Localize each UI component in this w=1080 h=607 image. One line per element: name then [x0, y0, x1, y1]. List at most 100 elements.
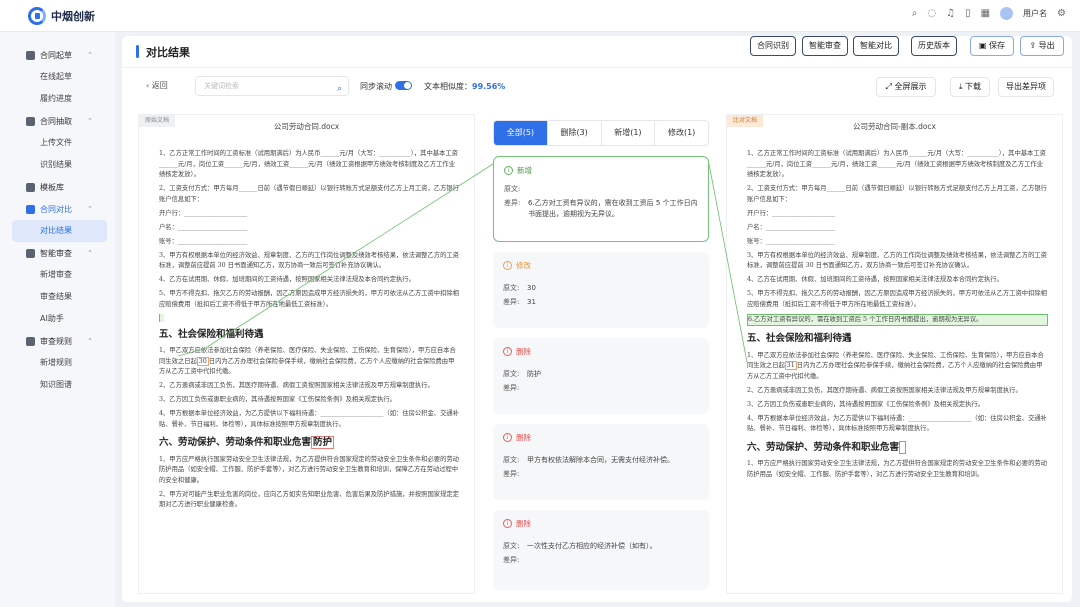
export-button[interactable]: ⇪ 导出 [1020, 36, 1064, 56]
download-button[interactable]: ⤓ 下载 [950, 77, 990, 97]
similarity-readout: 文本相似度：99.56% [424, 82, 506, 91]
toolbar: ‹ 返回 关键词检索 ⌕ 同步滚动 文本相似度：99.56% ⤢ 全屏展示 ⤓ 下… [122, 68, 1072, 106]
username[interactable]: 用户名 [1023, 8, 1047, 19]
sidebar-item-online-draft[interactable]: 在线起草 [0, 66, 115, 88]
top-bar: 中烟创新 ⌕ ◌ ♫ ▯ ▦ 用户名 ⚙ [0, 0, 1080, 32]
nav-group-smart-review[interactable]: 智能审查 ⌃ [0, 242, 115, 264]
diff-panel: 全部(5) 删除(3) 新增(1) 修改(1) i 新增 原文: 差异: 6.乙方对… [493, 120, 709, 596]
paragraph: 1、乙方正常工作时间的工资标准（试用期满后）为人民币______元/月（大写：_… [747, 150, 1046, 178]
form-field: 账号：______________________ [747, 237, 836, 245]
paragraph: 3、甲方有权根据本单位的经济效益、规章制度、乙方的工作岗位调整及绩效考核结果，依… [747, 251, 1047, 270]
compared-document-panel[interactable]: 比对文档 公司劳动合同-副本.docx 1、乙方正常工作时间的工资标准（试用期满… [726, 114, 1063, 594]
sidebar-item-fulfillment[interactable]: 履约进度 [0, 88, 115, 110]
paragraph: 2、甲方对可能产生职业危害的岗位，应向乙方如实告知职业危害、危害后果及防护措施，… [159, 490, 459, 509]
info-icon: i [503, 347, 512, 356]
modified-marker[interactable]: 31 [784, 361, 797, 370]
review-icon [26, 248, 35, 258]
section-heading: 六、劳动保护、劳动条件和职业危害 防护 [159, 436, 335, 449]
paragraph: 5、甲方不得克扣、拖欠乙方的劳动报酬，因乙方原因造成甲方经济损失的，甲方可依法从… [747, 290, 1047, 308]
form-field: 户名：______________________ [747, 223, 836, 231]
save-icon: ▣ [978, 41, 990, 50]
search-input[interactable]: 关键词检索 ⌕ [195, 76, 349, 96]
sidebar-item-upload[interactable]: 上传文件 [0, 132, 115, 154]
deleted-marker[interactable]: 防护 [311, 436, 335, 449]
nav-group-contract-extract[interactable]: 合同抽取 ⌃ [0, 110, 115, 132]
message-icon[interactable]: ◌ [927, 8, 936, 19]
draft-icon [26, 50, 35, 60]
sidebar-item-knowledge-graph[interactable]: 知识图谱 [0, 374, 115, 396]
modified-marker[interactable]: 30 [196, 356, 209, 366]
section-heading: 五、社会保险和福利待遇 [747, 333, 852, 344]
info-icon: i [503, 519, 512, 528]
settings-icon[interactable]: ⚙ [1057, 8, 1066, 19]
diff-card-modified[interactable]: i 修改 原文: 30 差异: 31 [493, 252, 709, 328]
sidebar-item-recognition[interactable]: 识别结果 [0, 154, 115, 176]
fullscreen-button[interactable]: ⤢ 全屏展示 [876, 77, 936, 97]
form-field: 开户行：____________________ [159, 209, 248, 217]
paragraph: 1、乙方正常工作时间的工资标准（试用期满后）为人民币______元/月（大写：_… [159, 150, 458, 178]
diff-card-deleted[interactable]: i 删除 原文: 防护 差异: [493, 338, 709, 414]
nav-group-contract-draft[interactable]: 合同起草 ⌃ [0, 44, 115, 66]
nav-group-templates[interactable]: 模板库 [0, 176, 115, 198]
compare-icon [26, 204, 35, 214]
chevron-up-icon: ⌃ [87, 51, 93, 59]
doc-title: 公司劳动合同-副本.docx [852, 122, 936, 131]
avatar[interactable] [1000, 7, 1014, 20]
smart-review-button[interactable]: 智能审查 [802, 36, 848, 56]
doc-title: 公司劳动合同.docx [273, 122, 340, 131]
paragraph: 1、甲方应严格执行国家劳动安全卫生法律法规，为乙方提供符合国家规定的劳动安全卫生… [747, 460, 1047, 478]
diff-card-added[interactable]: i 新增 原文: 差异: 6.乙方对工资有异议的，需在收到工资后 5 个工作日内书面… [493, 156, 709, 242]
help-icon[interactable]: ▯ [965, 8, 971, 19]
form-field: 户名：______________________ [159, 223, 248, 231]
tab-modified[interactable]: 修改(1) [655, 121, 708, 145]
paragraph: 1、甲乙双方应依法参加社会保险（养老保险、医疗保险、失业保险、工伤保险、生育保险… [159, 347, 456, 375]
extract-icon [26, 116, 35, 126]
paragraph: 2、乙方患病或非因工负伤，其医疗期待遇、病假工资按照国家相关法律法规及甲方规章制… [747, 386, 1022, 394]
chevron-up-icon: ⌃ [87, 117, 93, 125]
diff-tabs: 全部(5) 删除(3) 新增(1) 修改(1) [493, 120, 709, 146]
paragraph: 2、工资支付方式：甲方每月______日前（遇节假日顺延）以银行转账方式足额支付… [159, 185, 459, 203]
sync-scroll-toggle[interactable] [395, 81, 412, 90]
doc-body: 1、乙方正常工作时间的工资标准（试用期满后）为人民币______元/月（大写：_… [747, 149, 1048, 484]
paragraph: 4、甲方根据本单位经济效益，为乙方提供以下福利待遇：______________… [159, 410, 459, 428]
export-icon: ⇪ [1029, 41, 1039, 50]
search-icon[interactable]: ⌕ [337, 80, 342, 98]
tab-deleted[interactable]: 删除(3) [548, 121, 602, 145]
info-icon: i [503, 433, 512, 442]
nav-group-contract-compare[interactable]: 合同对比 ⌃ [0, 198, 115, 220]
diff-card-deleted[interactable]: i 删除 原文: 一次性支付乙方相应的经济补偿（如有）。 差异: [493, 510, 709, 590]
save-button[interactable]: ▣ 保存 [970, 36, 1014, 56]
info-icon: i [503, 261, 512, 270]
export-diff-button[interactable]: 导出差异项 [998, 77, 1054, 97]
deleted-marker[interactable] [899, 440, 907, 454]
tab-all[interactable]: 全部(5) [494, 121, 548, 145]
contract-recognition-button[interactable]: 合同识别 [750, 36, 796, 56]
nav-group-review-rules[interactable]: 审查规则 ⌃ [0, 330, 115, 352]
search-icon[interactable]: ⌕ [912, 8, 918, 19]
added-paragraph[interactable]: 6.乙方对工资有异议的，需在收到工资后 5 个工作日内书面提出，逾期视为无异议。 [747, 313, 1048, 326]
history-version-button[interactable]: 历史版本 [911, 36, 957, 56]
paragraph: 5、甲方不得克扣、拖欠乙方的劳动报酬，因乙方原因造成甲方经济损失的，甲方可依法从… [159, 290, 459, 308]
main-panel: 对比结果 合同识别 智能审查 智能对比 历史版本 ▣ 保存 ⇪ 导出 ‹ 返回 … [122, 36, 1072, 602]
sidebar-item-compare-result[interactable]: 对比结果 [12, 220, 107, 242]
tab-added[interactable]: 新增(1) [602, 121, 656, 145]
sidebar-item-new-review[interactable]: 新增审查 [0, 264, 115, 286]
chevron-up-icon: ⌃ [87, 205, 93, 213]
back-button[interactable]: ‹ 返回 [146, 80, 168, 91]
insertion-marker [159, 313, 164, 322]
diff-card-deleted[interactable]: i 删除 原文: 甲方有权依法解除本合同，无需支付经济补偿。 差异: [493, 424, 709, 500]
sidebar-item-review-result[interactable]: 审查结果 [0, 286, 115, 308]
smart-compare-button[interactable]: 智能对比 [853, 36, 899, 56]
original-document-panel[interactable]: 原始文档 公司劳动合同.docx 1、乙方正常工作时间的工资标准（试用期满后）为… [138, 114, 475, 594]
form-field: 开户行：____________________ [747, 209, 836, 217]
sidebar-item-new-rule[interactable]: 新增规则 [0, 352, 115, 374]
sidebar-item-ai-assistant[interactable]: AI助手 [0, 308, 115, 330]
bell-icon[interactable]: ♫ [946, 8, 955, 19]
form-field: 账号：______________________ [159, 237, 248, 245]
paragraph: 4、乙方在试用期、休假、加班期间的工资待遇，按照国家相关法律法规及本合同约定执行… [747, 276, 1003, 283]
paragraph: 3、甲方有权根据本单位的经济效益、规章制度、乙方的工作岗位调整及绩效考核结果，依… [159, 251, 459, 270]
sidebar: 合同起草 ⌃ 在线起草 履约进度 合同抽取 ⌃ 上传文件 识别结果 模板库 合同对比… [0, 32, 115, 607]
paragraph: 3、乙方因工负伤或患职业病的，其待遇按照国家《工伤保险条例》及相关规定执行。 [747, 400, 984, 408]
similarity-value: 99.56% [472, 82, 506, 91]
grid-icon[interactable]: ▦ [981, 8, 990, 19]
